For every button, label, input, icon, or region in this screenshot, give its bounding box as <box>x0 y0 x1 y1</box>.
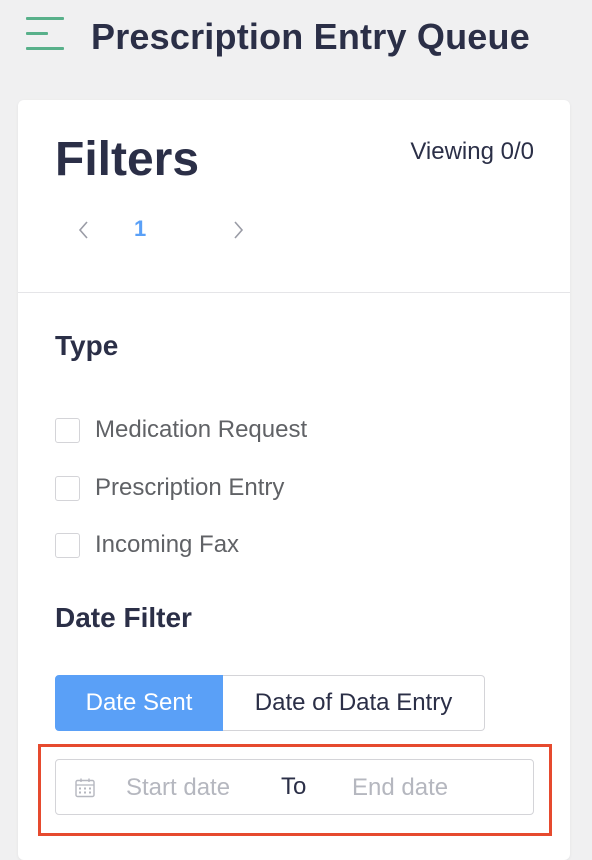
viewing-count: Viewing 0/0 <box>410 138 534 165</box>
filters-card: Filters Viewing 0/0 1 Type Medication Re… <box>18 100 570 860</box>
checkbox[interactable] <box>55 532 80 558</box>
filters-heading: Filters <box>55 133 200 186</box>
date-range-picker[interactable]: To <box>55 759 534 815</box>
checkbox-label: Medication Request <box>95 416 308 443</box>
checkbox-label: Prescription Entry <box>95 474 285 501</box>
date-filter-section-title: Date Filter <box>55 602 192 633</box>
calendar-icon <box>75 778 95 798</box>
tab-date-sent[interactable]: Date Sent <box>55 675 223 731</box>
page-title: Prescription Entry Queue <box>91 16 530 57</box>
checkbox[interactable] <box>55 475 80 501</box>
next-page-button[interactable] <box>228 216 248 244</box>
page-number-1[interactable]: 1 <box>134 216 146 242</box>
end-date-input[interactable] <box>352 774 502 802</box>
type-option-prescription-entry[interactable]: Prescription Entry <box>55 474 284 502</box>
divider <box>18 292 570 293</box>
type-section-title: Type <box>55 330 119 361</box>
tab-date-of-data-entry[interactable]: Date of Data Entry <box>223 675 485 731</box>
type-option-incoming-fax[interactable]: Incoming Fax <box>55 531 239 559</box>
chevron-right-icon <box>234 221 244 239</box>
top-bar: Prescription Entry Queue <box>0 0 592 72</box>
hamburger-menu-icon[interactable] <box>26 17 64 51</box>
checkbox-label: Incoming Fax <box>95 531 240 558</box>
range-separator: To <box>281 773 307 800</box>
date-type-tabs: Date Sent Date of Data Entry <box>55 675 485 731</box>
checkbox[interactable] <box>55 417 80 443</box>
start-date-input[interactable] <box>126 774 266 802</box>
prev-page-button[interactable] <box>74 216 94 244</box>
type-option-medication-request[interactable]: Medication Request <box>55 416 307 444</box>
chevron-left-icon <box>78 221 88 239</box>
